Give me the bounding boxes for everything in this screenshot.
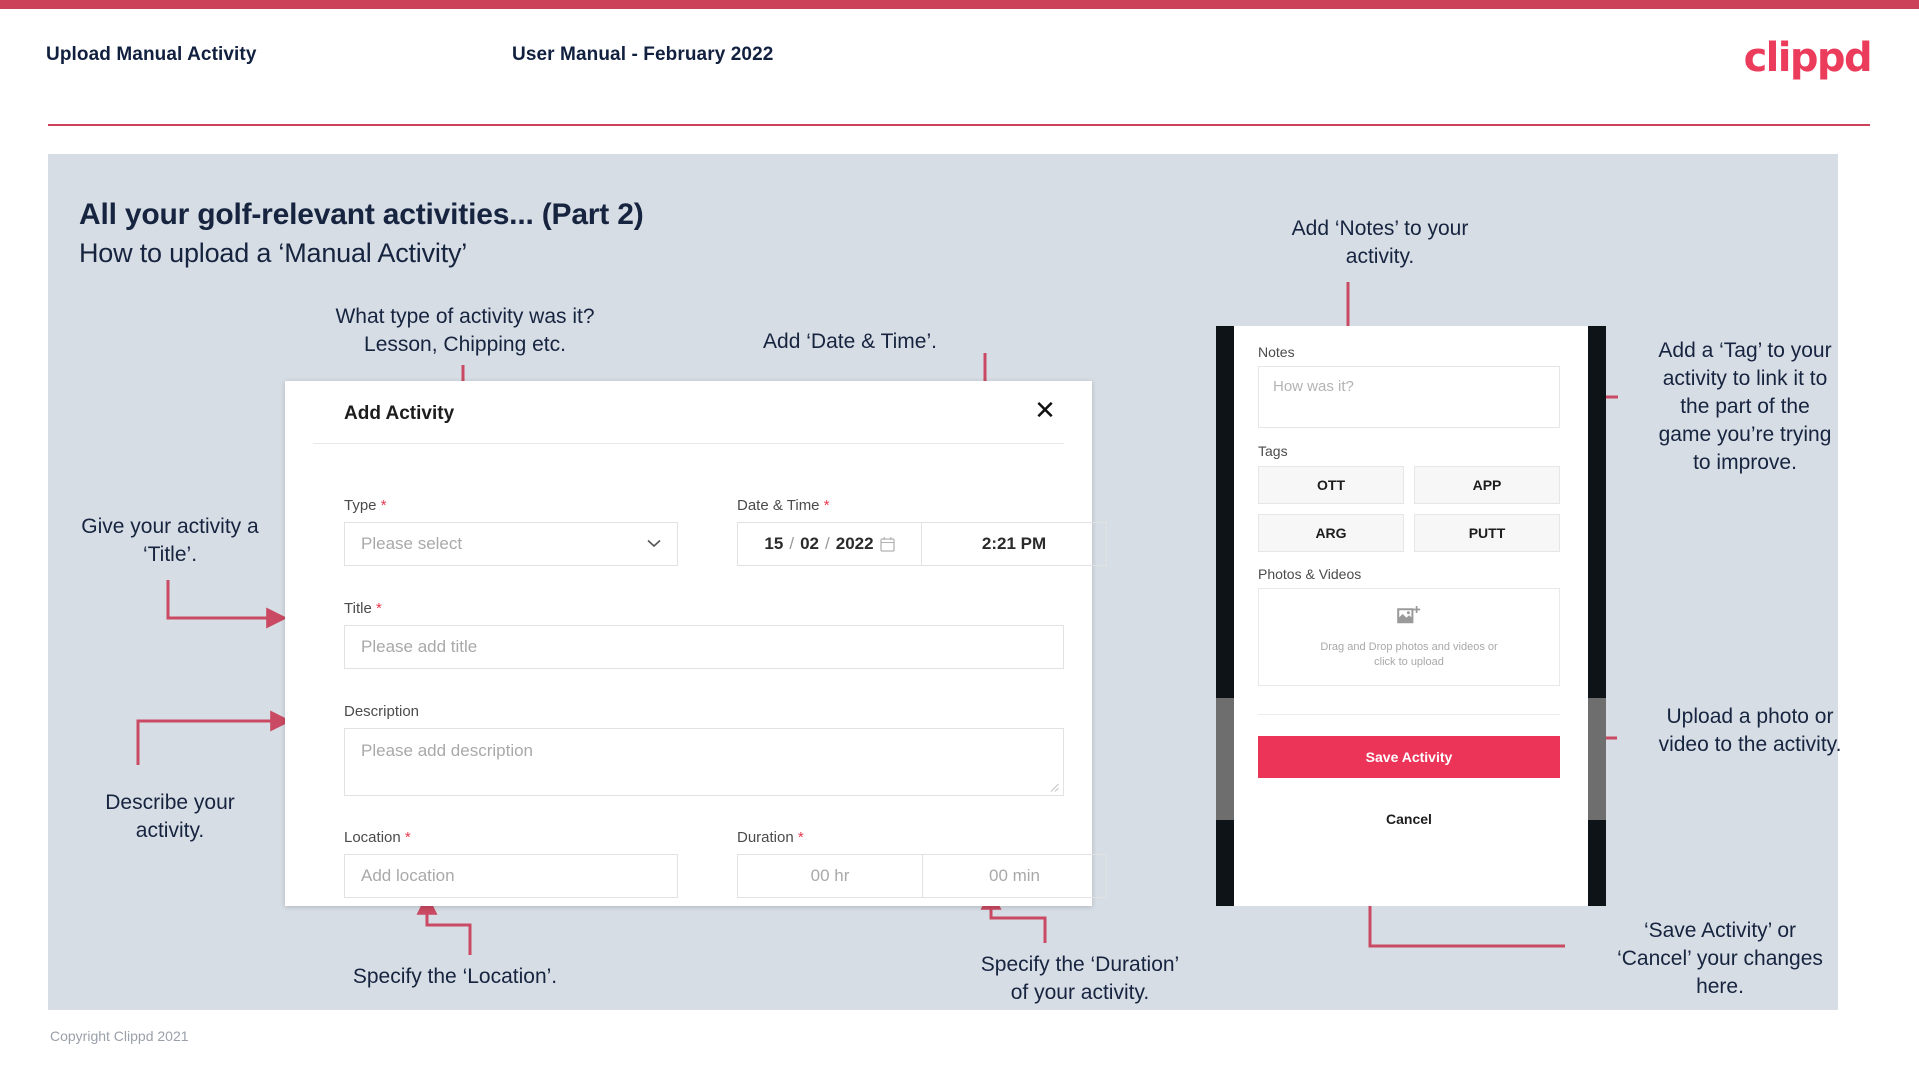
notes-label: Notes xyxy=(1258,344,1295,360)
phone-frame-right xyxy=(1588,326,1606,906)
add-image-icon xyxy=(1397,605,1421,632)
type-select[interactable]: Please select xyxy=(344,522,678,566)
photos-label: Photos & Videos xyxy=(1258,566,1362,582)
required-marker: * xyxy=(797,829,804,846)
description-label: Description xyxy=(344,703,420,720)
dropzone-line-1: Drag and Drop photos and videos or xyxy=(1320,640,1498,653)
required-marker: * xyxy=(375,600,382,617)
annotation-tags: Add a ‘Tag’ to your activity to link it … xyxy=(1658,339,1832,474)
add-activity-modal: Add Activity ✕ Type * Please select Date… xyxy=(285,381,1107,906)
modal-header: Add Activity ✕ xyxy=(285,381,1092,443)
tags-grid: OTT APP ARG PUTT xyxy=(1258,466,1560,552)
phone-mockup: Notes How was it? Tags OTT APP ARG PUTT … xyxy=(1216,326,1606,906)
modal-title: Add Activity xyxy=(344,403,455,424)
annotation-duration: Specify the ‘Duration’ of your activity. xyxy=(980,953,1180,1004)
datetime-field-group: Date & Time * 15 / 02 / 2022 2:21 PM xyxy=(737,497,1107,566)
type-field-group: Type * Please select xyxy=(344,497,678,566)
required-marker: * xyxy=(380,497,387,514)
dropzone-line-2: click to upload xyxy=(1374,655,1444,668)
description-placeholder: Please add description xyxy=(361,741,534,760)
annotation-description: Describe your activity. xyxy=(105,791,235,842)
description-field-group: Description Please add description xyxy=(344,703,1064,796)
duration-hours-input[interactable]: 00 hr xyxy=(737,854,922,898)
annotation-location: Specify the ‘Location’. xyxy=(352,965,558,988)
notes-placeholder: How was it? xyxy=(1273,378,1354,395)
photo-dropzone[interactable]: Drag and Drop photos and videos or click… xyxy=(1258,588,1560,686)
duration-label: Duration * xyxy=(737,829,804,846)
title-input[interactable]: Please add title xyxy=(344,625,1064,669)
copyright-footer: Copyright Clippd 2021 xyxy=(50,1028,189,1044)
type-placeholder: Please select xyxy=(361,534,463,553)
slide-page: Upload Manual Activity User Manual - Feb… xyxy=(0,0,1919,1079)
tag-button-app[interactable]: APP xyxy=(1414,466,1560,504)
required-marker: * xyxy=(823,497,830,514)
annotation-upload: Upload a photo or video to the activity. xyxy=(1658,705,1842,756)
phone-divider xyxy=(1258,714,1560,715)
date-month: 02 xyxy=(800,534,819,553)
tag-button-putt[interactable]: PUTT xyxy=(1414,514,1560,552)
clippd-logo: clippd xyxy=(1743,35,1873,81)
tags-label: Tags xyxy=(1258,443,1288,459)
duration-minutes-input[interactable]: 00 min xyxy=(922,854,1107,898)
modal-divider xyxy=(313,443,1064,444)
slide-subtitle: How to upload a ‘Manual Activity’ xyxy=(79,238,468,268)
calendar-icon[interactable] xyxy=(879,536,895,552)
header-divider xyxy=(48,124,1870,126)
location-label: Location * xyxy=(344,829,411,846)
save-activity-button[interactable]: Save Activity xyxy=(1258,736,1560,778)
date-day: 15 xyxy=(764,534,784,553)
description-textarea[interactable]: Please add description xyxy=(344,728,1064,796)
notes-textarea[interactable]: How was it? xyxy=(1258,366,1560,428)
close-icon[interactable]: ✕ xyxy=(1030,397,1060,427)
annotation-type: What type of activity was it? Lesson, Ch… xyxy=(335,305,595,356)
annotation-datetime: Add ‘Date & Time’. xyxy=(763,330,937,353)
title-label: Title * xyxy=(344,600,382,617)
resize-handle-icon[interactable] xyxy=(1050,783,1060,793)
location-input[interactable]: Add location xyxy=(344,854,678,898)
tag-button-ott[interactable]: OTT xyxy=(1258,466,1404,504)
cancel-button[interactable]: Cancel xyxy=(1258,804,1560,834)
dropzone-text: Drag and Drop photos and videos or click… xyxy=(1320,640,1497,670)
header-subtitle: User Manual - February 2022 xyxy=(512,44,774,65)
slide-title: All your golf-relevant activities... (Pa… xyxy=(79,198,644,231)
date-sep-2: / xyxy=(825,534,830,553)
phone-screen: Notes How was it? Tags OTT APP ARG PUTT … xyxy=(1234,326,1588,906)
phone-frame-left xyxy=(1216,326,1234,906)
page-title: Upload Manual Activity xyxy=(46,44,257,65)
time-input[interactable]: 2:21 PM xyxy=(921,522,1107,566)
date-input[interactable]: 15 / 02 / 2022 xyxy=(737,522,921,566)
tag-button-arg[interactable]: ARG xyxy=(1258,514,1404,552)
date-year: 2022 xyxy=(835,534,874,553)
chevron-down-icon xyxy=(647,537,661,552)
annotation-title: Give your activity a ‘Title’. xyxy=(81,515,259,566)
title-field-group: Title * Please add title xyxy=(344,600,1064,669)
datetime-label: Date & Time * xyxy=(737,497,830,514)
required-marker: * xyxy=(404,829,411,846)
location-field-group: Location * Add location xyxy=(344,829,678,898)
date-sep-1: / xyxy=(789,534,795,553)
type-label: Type * xyxy=(344,497,387,514)
annotation-save: ‘Save Activity’ or ‘Cancel’ your changes… xyxy=(1617,919,1823,998)
top-accent-bar xyxy=(0,0,1919,9)
annotation-notes: Add ‘Notes’ to your activity. xyxy=(1291,217,1469,268)
duration-field-group: Duration * 00 hr 00 min xyxy=(737,829,1109,898)
